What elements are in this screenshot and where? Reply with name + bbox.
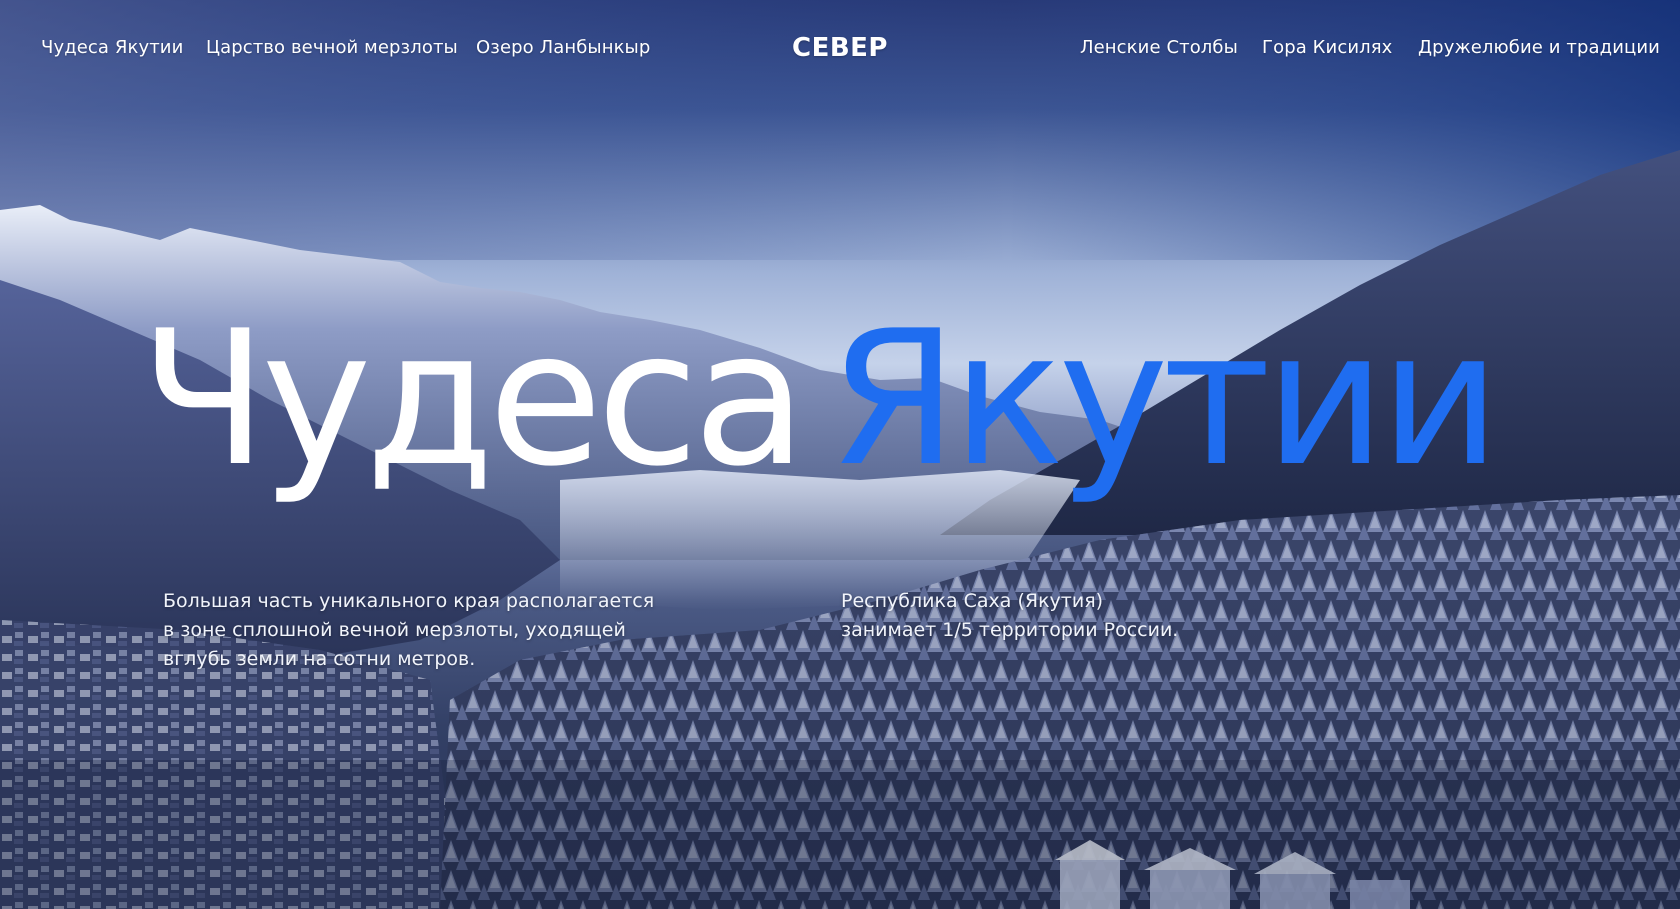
caption-permafrost: Большая часть уникального края располага…: [163, 587, 654, 674]
nav-link-druzhelyubie-i-traditsii[interactable]: Дружелюбие и традиции: [1418, 37, 1660, 58]
nav-link-tsarstvo-vechnoy-merzloty[interactable]: Царство вечной мерзлоты: [206, 37, 458, 58]
hero-title-part1: Чудеса: [140, 290, 807, 507]
nav-link-gora-kisilyakh[interactable]: Гора Кисилях: [1262, 37, 1392, 58]
caption-line: Республика Саха (Якутия): [841, 590, 1104, 612]
brand-logo[interactable]: СЕВЕР: [792, 33, 888, 63]
top-navigation: Чудеса Якутии Царство вечной мерзлоты Оз…: [0, 0, 1680, 100]
hero-title: Чудеса Якутии: [140, 306, 1501, 492]
hero-title-part2-accent: Якутии: [828, 290, 1501, 507]
caption-territory: Республика Саха (Якутия) занимает 1/5 те…: [841, 587, 1178, 645]
caption-line: вглубь земли на сотни метров.: [163, 648, 476, 670]
nav-link-lenskie-stolby[interactable]: Ленские Столбы: [1080, 37, 1238, 58]
caption-line: в зоне сплошной вечной мерзлоты, уходяще…: [163, 619, 626, 641]
nav-link-chudesa-yakutii[interactable]: Чудеса Якутии: [41, 37, 183, 58]
hero-section: Чудеса Якутии Царство вечной мерзлоты Оз…: [0, 0, 1680, 909]
nav-link-ozero-lanbynkyr[interactable]: Озеро Ланбынкыр: [476, 37, 650, 58]
caption-line: Большая часть уникального края располага…: [163, 590, 655, 612]
caption-line: занимает 1/5 территории России.: [841, 619, 1179, 641]
